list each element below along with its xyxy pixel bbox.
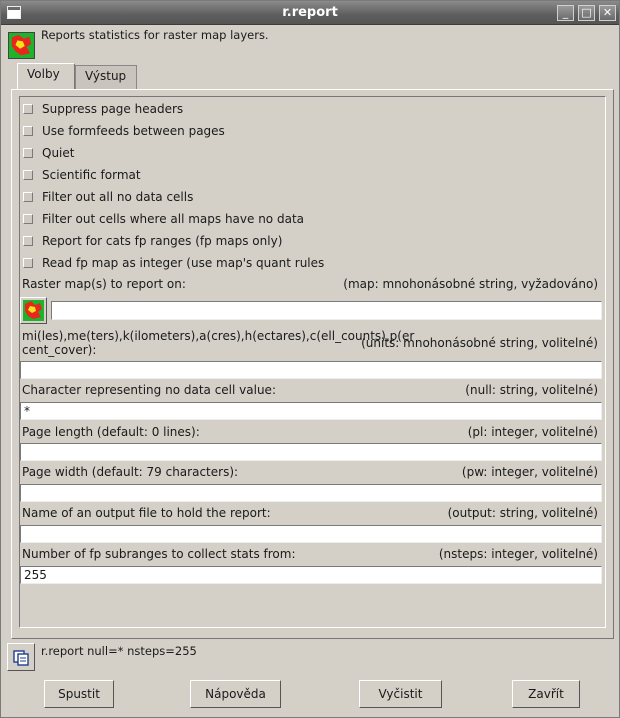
flag-label: Suppress page headers	[42, 102, 184, 116]
copy-icon	[13, 650, 29, 666]
copy-command-button[interactable]	[7, 643, 35, 671]
checkbox[interactable]	[23, 126, 33, 136]
flag-label: Read fp map as integer (use map's quant …	[42, 256, 325, 270]
grass-raster-icon	[8, 32, 35, 59]
tab-volby[interactable]: Volby	[17, 63, 75, 90]
checkbox[interactable]	[23, 258, 33, 268]
units-hint: (units: mnohonásobné string, volitelné)	[361, 336, 598, 350]
checkbox[interactable]	[23, 104, 33, 114]
flag-filter-all-nodata[interactable]: Filter out cells where all maps have no …	[23, 210, 304, 228]
output-label: Name of an output file to hold the repor…	[22, 506, 271, 520]
nsteps-label: Number of fp subranges to collect stats …	[22, 547, 296, 561]
nsteps-input[interactable]: 255	[20, 566, 602, 584]
tab-vystup[interactable]: Výstup	[75, 65, 137, 89]
map-input[interactable]	[51, 301, 602, 320]
units-input[interactable]	[20, 361, 602, 379]
help-button[interactable]: Nápověda	[190, 680, 281, 708]
grass-raster-icon	[23, 300, 44, 321]
flag-label: Report for cats fp ranges (fp maps only)	[42, 234, 283, 248]
flag-quiet[interactable]: Quiet	[23, 144, 74, 162]
flag-scientific[interactable]: Scientific format	[23, 166, 141, 184]
tab-label: Výstup	[85, 69, 127, 83]
module-description: Reports statistics for raster map layers…	[41, 28, 269, 42]
flag-label: Filter out all no data cells	[42, 190, 194, 204]
page-length-label: Page length (default: 0 lines):	[22, 425, 200, 439]
output-hint: (output: string, volitelné)	[447, 506, 598, 520]
flag-filter-nodata[interactable]: Filter out all no data cells	[23, 188, 193, 206]
map-label: Raster map(s) to report on:	[22, 277, 186, 291]
title-bar[interactable]: r.report _ □ ✕	[1, 1, 619, 25]
units-label-line2: cent_cover):	[22, 343, 97, 357]
page-width-input[interactable]	[20, 484, 602, 502]
checkbox[interactable]	[23, 148, 33, 158]
close-window-button[interactable]: ✕	[599, 5, 616, 21]
minimize-button[interactable]: _	[557, 5, 574, 21]
flag-formfeeds[interactable]: Use formfeeds between pages	[23, 122, 225, 140]
nsteps-hint: (nsteps: integer, volitelné)	[438, 547, 598, 561]
flag-label: Scientific format	[42, 168, 141, 182]
checkbox[interactable]	[23, 214, 33, 224]
null-label: Character representing no data cell valu…	[22, 383, 276, 397]
flag-cats-fp-ranges[interactable]: Report for cats fp ranges (fp maps only)	[23, 232, 282, 250]
flag-suppress-headers[interactable]: Suppress page headers	[23, 100, 183, 118]
dialog-window: r.report _ □ ✕ Reports statistics for ra…	[0, 0, 620, 718]
run-button[interactable]: Spustit	[44, 680, 114, 708]
close-button[interactable]: Zavřít	[512, 680, 580, 708]
flag-label: Quiet	[42, 146, 75, 160]
map-hint: (map: mnohonásobné string, vyžadováno)	[343, 277, 598, 291]
map-select-button[interactable]	[20, 297, 47, 324]
page-width-hint: (pw: integer, volitelné)	[461, 465, 598, 479]
flag-read-as-integer[interactable]: Read fp map as integer (use map's quant …	[23, 254, 324, 272]
checkbox[interactable]	[23, 170, 33, 180]
flag-label: Use formfeeds between pages	[42, 124, 225, 138]
maximize-button[interactable]: □	[578, 5, 595, 21]
flag-label: Filter out cells where all maps have no …	[42, 212, 304, 226]
page-length-input[interactable]	[20, 443, 602, 461]
command-preview: r.report null=* nsteps=255	[41, 644, 197, 658]
page-width-label: Page width (default: 79 characters):	[22, 465, 239, 479]
page-length-hint: (pl: integer, volitelné)	[467, 425, 598, 439]
checkbox[interactable]	[23, 192, 33, 202]
null-hint: (null: string, volitelné)	[465, 383, 598, 397]
checkbox[interactable]	[23, 236, 33, 246]
clear-button[interactable]: Vyčistit	[359, 680, 442, 708]
null-input[interactable]: *	[20, 402, 602, 420]
tab-label: Volby	[27, 67, 60, 81]
units-label-line1: mi(les),me(ters),k(ilometers),a(cres),h(…	[22, 329, 415, 343]
output-input[interactable]	[20, 525, 602, 543]
window-title: r.report	[282, 5, 338, 20]
